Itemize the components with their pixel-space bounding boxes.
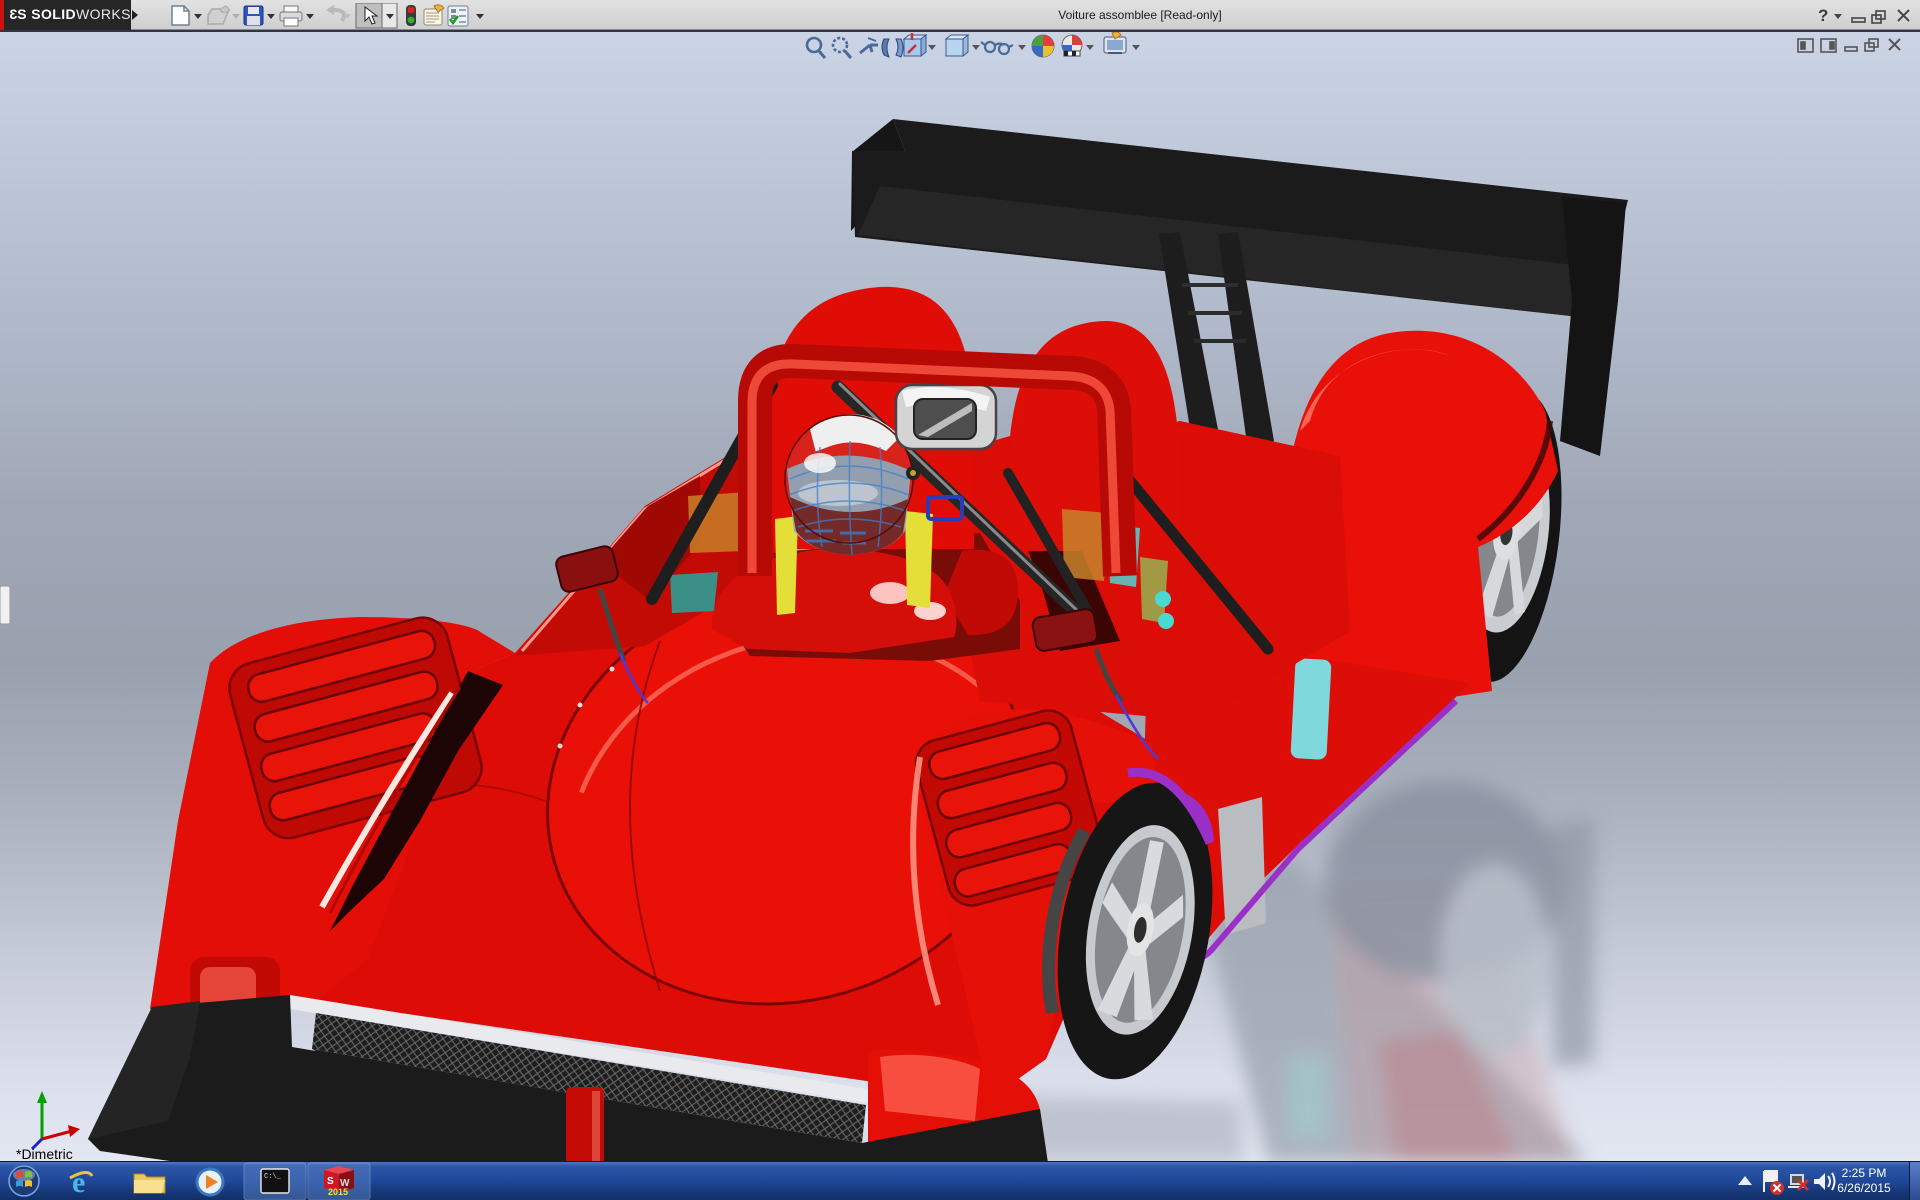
svg-text:*Dimetric: *Dimetric: [16, 1146, 73, 1162]
svg-text:?: ?: [1818, 6, 1828, 25]
svg-text:S: S: [327, 1176, 334, 1187]
svg-text:C:\_: C:\_: [264, 1173, 282, 1181]
svg-text:e: e: [72, 1166, 85, 1199]
svg-text:2015: 2015: [328, 1187, 348, 1197]
